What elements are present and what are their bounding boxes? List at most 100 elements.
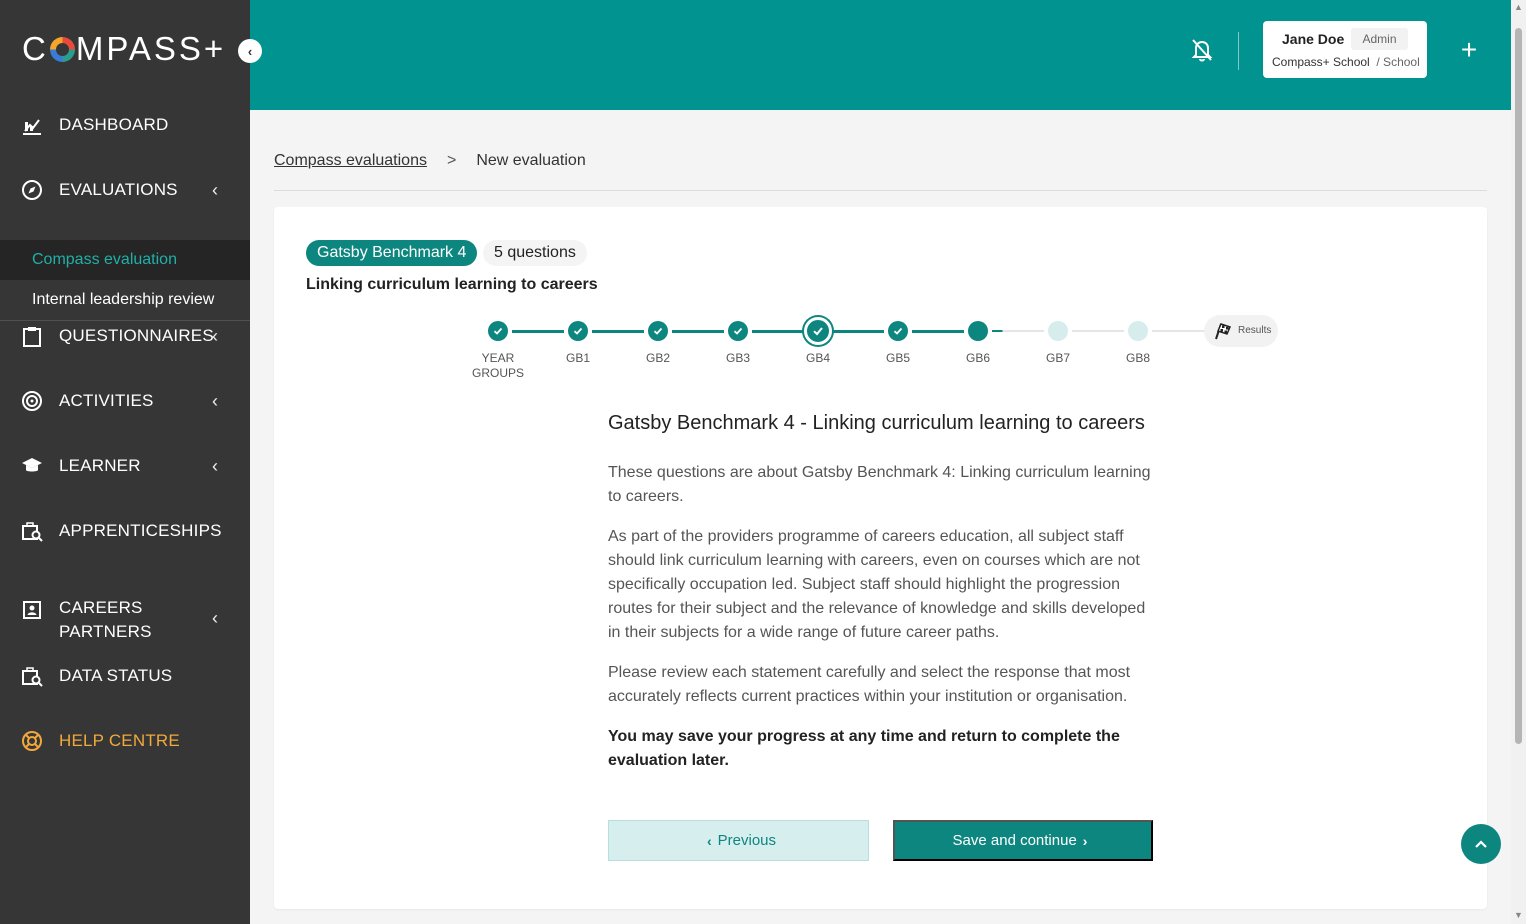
app-logo[interactable]: C MPASS+	[22, 30, 226, 68]
step-label-line1: GB8	[1125, 351, 1150, 365]
sidebar-subitem-label: Internal leadership review	[32, 291, 215, 308]
step-gb4[interactable]	[804, 317, 832, 345]
org-type: / School	[1376, 55, 1420, 69]
scrollbar-thumb[interactable]	[1515, 28, 1522, 744]
user-name: Jane Doe	[1282, 31, 1345, 47]
step-label-line1: GB7	[1045, 351, 1070, 365]
step-gb3[interactable]	[728, 321, 748, 341]
breadcrumb-divider	[274, 190, 1487, 191]
notifications-off-icon[interactable]	[1190, 37, 1214, 63]
step-label: GB6	[938, 351, 1018, 366]
chevron-left-icon: ‹	[212, 608, 219, 628]
previous-button-label: Previous	[717, 832, 777, 849]
sidebar-item-label: DASHBOARD	[59, 115, 169, 134]
chevron-left-icon: ‹	[212, 325, 219, 346]
top-header: Jane Doe Admin Compass+ School / School …	[250, 0, 1511, 110]
page-scrollbar[interactable]: ▲ ▼	[1511, 0, 1526, 924]
step-gb5[interactable]	[888, 321, 908, 341]
sidebar-item-label-line1: CAREERS	[59, 598, 143, 617]
save-and-continue-button[interactable]: Save and continue ›	[893, 820, 1153, 861]
results-step[interactable]: Results	[1204, 315, 1278, 347]
sidebar-item-label: EVALUATIONS	[59, 180, 178, 199]
sidebar-item-label: HELP CENTRE	[59, 731, 180, 750]
evaluation-card: Gatsby Benchmark 4 5 questions Linking c…	[274, 207, 1487, 909]
briefcase-search-icon	[20, 519, 44, 543]
user-account-card[interactable]: Jane Doe Admin Compass+ School / School	[1263, 21, 1427, 78]
stepper-connector	[832, 330, 884, 333]
step-label-line1: GB4	[805, 351, 830, 365]
step-label: GB5	[858, 351, 938, 366]
user-role-badge: Admin	[1351, 28, 1408, 50]
breadcrumb-current: New evaluation	[476, 152, 586, 169]
stepper-connector	[752, 330, 804, 333]
header-divider	[1238, 32, 1239, 70]
breadcrumb-link-compass-evaluations[interactable]: Compass evaluations	[274, 152, 427, 170]
sidebar-item-label: CAREERS PARTNERS	[59, 596, 152, 644]
step-label-line1: GB3	[725, 351, 750, 365]
compass-icon	[20, 178, 44, 202]
previous-button[interactable]: ‹ Previous	[608, 820, 869, 861]
step-label-line1: GB2	[645, 351, 670, 365]
chevron-left-icon: ‹	[706, 832, 712, 849]
intro-paragraph-2: As part of the providers programme of ca…	[608, 528, 1146, 641]
sidebar-collapse-button[interactable]: ‹	[238, 39, 262, 63]
step-label-line2: GROUPS	[471, 366, 524, 380]
results-label: Results	[1238, 325, 1272, 336]
sidebar: C MPASS+ DASHBOARD EVALUATIONS ‹ Compass …	[0, 0, 250, 924]
save-and-continue-label: Save and continue	[952, 832, 1077, 849]
save-progress-note: You may save your progress at any time a…	[608, 728, 1120, 769]
chevron-right-icon: ›	[1082, 832, 1088, 849]
sidebar-subitem-internal-leadership-review[interactable]: Internal leadership review	[0, 280, 250, 320]
step-label: GB8	[1098, 351, 1178, 366]
stepper-connector	[672, 330, 724, 333]
breadcrumb: Compass evaluations > New evaluation	[274, 152, 586, 170]
target-icon	[20, 389, 44, 413]
step-label: GB2	[618, 351, 698, 366]
sidebar-item-label: ACTIVITIES	[59, 391, 154, 410]
stepper-connector	[912, 330, 964, 333]
step-label-line1: GB1	[565, 351, 590, 365]
intro-paragraph-3: Please review each statement carefully a…	[608, 664, 1131, 705]
compass-logo-icon	[49, 36, 75, 62]
sidebar-subitem-label: Compass evaluation	[32, 251, 177, 268]
sidebar-item-careers-partners[interactable]: CAREERS PARTNERS ‹	[0, 596, 250, 644]
sidebar-subitem-compass-evaluation[interactable]: Compass evaluation	[0, 240, 250, 280]
chart-icon	[20, 113, 44, 137]
check-icon	[733, 327, 743, 335]
user-organisation: Compass+ School / School	[1272, 55, 1420, 69]
checkered-flag-icon	[1212, 321, 1232, 341]
sidebar-item-label: LEARNER	[59, 456, 141, 475]
stepper-connector	[1072, 330, 1124, 332]
benchmark-intro: Gatsby Benchmark 4 - Linking curriculum …	[608, 409, 1158, 789]
step-label: YEAR GROUPS	[458, 351, 538, 381]
graduation-cap-icon	[20, 454, 44, 478]
step-gb1[interactable]	[568, 321, 588, 341]
benchmark-heading: Gatsby Benchmark 4 - Linking curriculum …	[608, 412, 1145, 434]
chevron-left-icon: ‹	[247, 43, 253, 59]
stepper-connector	[1152, 330, 1204, 332]
step-label-line1: YEAR	[481, 351, 515, 365]
step-gb7[interactable]	[1048, 321, 1068, 341]
stepper-connector	[992, 330, 1044, 332]
sidebar-item-label: APPRENTICESHIPS	[59, 521, 222, 540]
check-icon	[653, 327, 663, 335]
scroll-to-top-button[interactable]	[1461, 824, 1501, 864]
chevron-up-icon	[1475, 840, 1487, 848]
stepper-connector	[512, 330, 564, 333]
scroll-down-arrow-icon[interactable]: ▼	[1514, 910, 1523, 920]
scroll-up-arrow-icon[interactable]: ▲	[1514, 2, 1523, 12]
check-icon	[893, 327, 903, 335]
step-gb2[interactable]	[648, 321, 668, 341]
intro-paragraph-1: These questions are about Gatsby Benchma…	[608, 464, 1151, 505]
chevron-left-icon: ‹	[212, 390, 219, 411]
logo-text-post: MPASS+	[75, 30, 227, 67]
step-gb8[interactable]	[1128, 321, 1148, 341]
clipboard-icon	[20, 324, 44, 348]
add-button[interactable]: +	[1457, 33, 1481, 67]
check-icon	[573, 327, 583, 335]
step-year-groups[interactable]	[488, 321, 508, 341]
check-icon	[813, 327, 823, 336]
progress-stepper: YEAR GROUPS GB1 GB2 GB3 GB4 GB5 GB6 GB7 GB8	[274, 207, 1487, 407]
sidebar-item-label-line2: PARTNERS	[59, 622, 152, 641]
step-gb6[interactable]	[968, 321, 988, 341]
